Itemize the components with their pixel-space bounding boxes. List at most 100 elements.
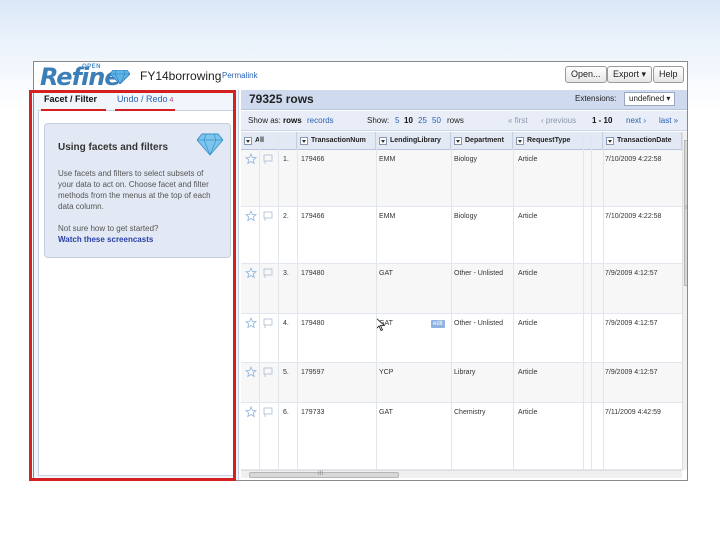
project-name[interactable]: FY14borrowing (140, 69, 221, 83)
last-page-link[interactable]: last » (659, 116, 678, 125)
cell-transactionnum[interactable]: 179597 (301, 369, 324, 376)
scroll-grip-icon: III (318, 471, 324, 477)
facet-panel-body: Using facets and filters Use facets and … (38, 110, 234, 476)
cell-lendinglibrary[interactable]: YCP (379, 369, 393, 376)
cell-department[interactable]: Chemistry (454, 409, 486, 416)
screencasts-link[interactable]: Watch these screencasts (58, 235, 153, 244)
vertical-scrollbar[interactable]: ≡ (682, 132, 687, 470)
page-range: 1 - 10 (592, 116, 613, 125)
cell-lendinglibrary[interactable]: GAT (379, 270, 393, 277)
show-as-records[interactable]: records (307, 116, 334, 125)
chevron-down-icon[interactable] (516, 137, 524, 145)
next-page-link[interactable]: next › (626, 116, 646, 125)
star-icon[interactable] (245, 153, 257, 165)
cell-transactiondate[interactable]: 7/10/2009 4:22:58 (605, 156, 661, 163)
cell-department[interactable]: Other - Unlisted (454, 320, 503, 327)
column-header-requesttype[interactable]: RequestType (513, 132, 603, 150)
facet-help-title: Using facets and filters (58, 142, 169, 153)
star-icon[interactable] (245, 267, 257, 279)
column-header-transactiondate[interactable]: TransactionDate (603, 132, 682, 150)
edit-cell-button[interactable]: edit (431, 320, 445, 328)
table-row[interactable]: 3. 179480 GAT Other - Unlisted Article 7… (241, 264, 682, 314)
export-button[interactable]: Export ▾ (607, 66, 653, 83)
openrefine-logo[interactable]: Refine OPEN (40, 62, 136, 91)
chevron-down-icon[interactable] (244, 137, 252, 145)
cell-transactiondate[interactable]: 7/9/2009 4:12:57 (605, 270, 658, 277)
table-row[interactable]: 1. 179466 EMM Biology Article 7/10/2009 … (241, 150, 682, 207)
row-count: 79325 rows (249, 92, 314, 106)
page-size-5[interactable]: 5 (395, 116, 399, 125)
cell-transactionnum[interactable]: 179466 (301, 213, 324, 220)
cell-requesttype[interactable]: Article (518, 369, 537, 376)
cell-transactiondate[interactable]: 7/9/2009 4:12:57 (605, 369, 658, 376)
table-row[interactable]: 5. 179597 YCP Library Article 7/9/2009 4… (241, 363, 682, 403)
star-icon[interactable] (245, 366, 257, 378)
table-row[interactable]: 6. 179733 GAT Chemistry Article 7/11/200… (241, 403, 682, 470)
star-icon[interactable] (245, 406, 257, 418)
column-label: LendingLibrary (390, 137, 441, 144)
page-size-25[interactable]: 25 (418, 116, 427, 125)
column-header-department[interactable]: Department (451, 132, 513, 150)
vertical-scroll-thumb[interactable]: ≡ (684, 140, 687, 286)
left-panel-tabs: Facet / Filter Undo / Redo 4 (34, 90, 238, 110)
cell-requesttype[interactable]: Article (518, 409, 537, 416)
flag-icon[interactable] (262, 267, 274, 279)
tab-undo-redo[interactable]: Undo / Redo 4 (117, 94, 173, 104)
flag-icon[interactable] (262, 210, 274, 222)
first-page-link[interactable]: « first (508, 116, 528, 125)
column-divider (297, 132, 298, 470)
chevron-down-icon[interactable] (300, 137, 308, 145)
cell-lendinglibrary[interactable]: EMM (379, 156, 395, 163)
cell-transactiondate[interactable]: 7/9/2009 4:12:57 (605, 320, 658, 327)
cell-lendinglibrary[interactable]: EMM (379, 213, 395, 220)
flag-icon[interactable] (262, 406, 274, 418)
star-icon[interactable] (245, 210, 257, 222)
cell-requesttype[interactable]: Article (518, 270, 537, 277)
column-divider (259, 132, 260, 470)
logo-open-badge: OPEN (82, 64, 102, 70)
cell-requesttype[interactable]: Article (518, 213, 537, 220)
show-as-rows[interactable]: rows (283, 116, 302, 125)
mouse-cursor-icon (376, 318, 385, 331)
cell-transactionnum[interactable]: 179480 (301, 270, 324, 277)
facet-help-prompt: Not sure how to get started? (58, 224, 159, 233)
chevron-down-icon[interactable] (379, 137, 387, 145)
horizontal-scroll-thumb[interactable]: III (249, 471, 399, 478)
open-button[interactable]: Open... (565, 66, 607, 83)
cell-department[interactable]: Biology (454, 213, 477, 220)
page-size-50[interactable]: 50 (432, 116, 441, 125)
flag-icon[interactable] (262, 153, 274, 165)
horizontal-scrollbar[interactable]: III (241, 470, 682, 478)
help-button[interactable]: Help (653, 66, 684, 83)
table-row[interactable]: 2. 179466 EMM Biology Article 7/10/2009 … (241, 207, 682, 264)
cell-transactionnum[interactable]: 179480 (301, 320, 324, 327)
column-divider (278, 132, 279, 470)
cell-requesttype[interactable]: Article (518, 156, 537, 163)
cell-lendinglibrary[interactable]: GAT (379, 409, 393, 416)
cell-transactionnum[interactable]: 179466 (301, 156, 324, 163)
openrefine-window: Refine OPEN FY14borrowing Permalink Open… (33, 61, 688, 481)
flag-icon[interactable] (262, 366, 274, 378)
cell-department[interactable]: Biology (454, 156, 477, 163)
page-size-10[interactable]: 10 (404, 116, 413, 125)
cell-transactiondate[interactable]: 7/10/2009 4:22:58 (605, 213, 661, 220)
chevron-down-icon[interactable] (454, 137, 462, 145)
cell-department[interactable]: Other - Unlisted (454, 270, 503, 277)
summary-bar: 79325 rows Extensions: undefined ▾ (241, 90, 687, 110)
star-icon[interactable] (245, 317, 257, 329)
column-header-transactionnum[interactable]: TransactionNum (297, 132, 376, 150)
extensions-dropdown[interactable]: undefined ▾ (624, 92, 676, 106)
cell-transactionnum[interactable]: 179733 (301, 409, 324, 416)
column-header-lendinglibrary[interactable]: LendingLibrary (376, 132, 451, 150)
tab-facet-filter[interactable]: Facet / Filter (44, 94, 97, 104)
cell-department[interactable]: Library (454, 369, 475, 376)
previous-page-link[interactable]: ‹ previous (541, 116, 576, 125)
table-row[interactable]: 4. 179480 GAT edit Other - Unlisted Arti… (241, 314, 682, 363)
permalink-link[interactable]: Permalink (222, 71, 258, 80)
chevron-down-icon[interactable] (606, 137, 614, 145)
cell-requesttype[interactable]: Article (518, 320, 537, 327)
flag-icon[interactable] (262, 317, 274, 329)
row-number: 3. (283, 270, 289, 277)
column-header-all[interactable]: All (241, 132, 297, 150)
cell-transactiondate[interactable]: 7/11/2009 4:42:59 (605, 409, 661, 416)
